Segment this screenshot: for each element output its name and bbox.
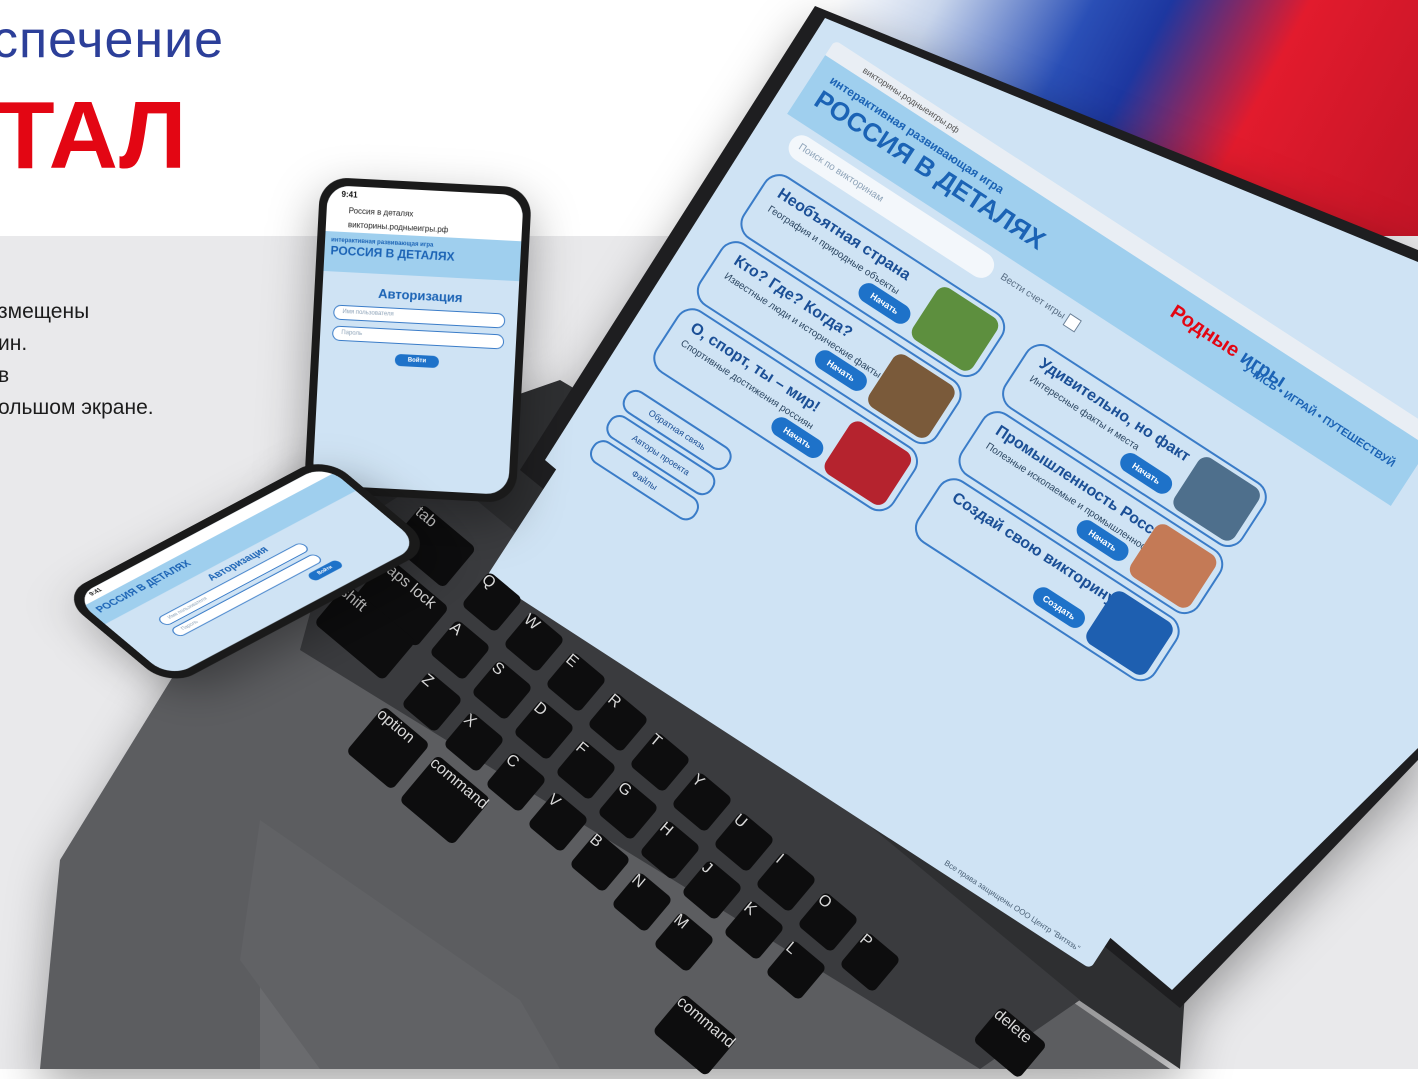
auth-title: Авторизация <box>377 285 463 306</box>
score-checkbox[interactable] <box>1062 313 1082 333</box>
login-button[interactable]: Войти <box>394 353 440 369</box>
phone-upright: 9:41 Россия в деталях викторины.родныеиг… <box>303 176 533 504</box>
phone-screen: 9:41 Россия в деталях викторины.родныеиг… <box>312 185 524 495</box>
password-input[interactable]: Пароль <box>331 325 505 350</box>
username-input[interactable]: Имя пользователя <box>332 304 506 329</box>
